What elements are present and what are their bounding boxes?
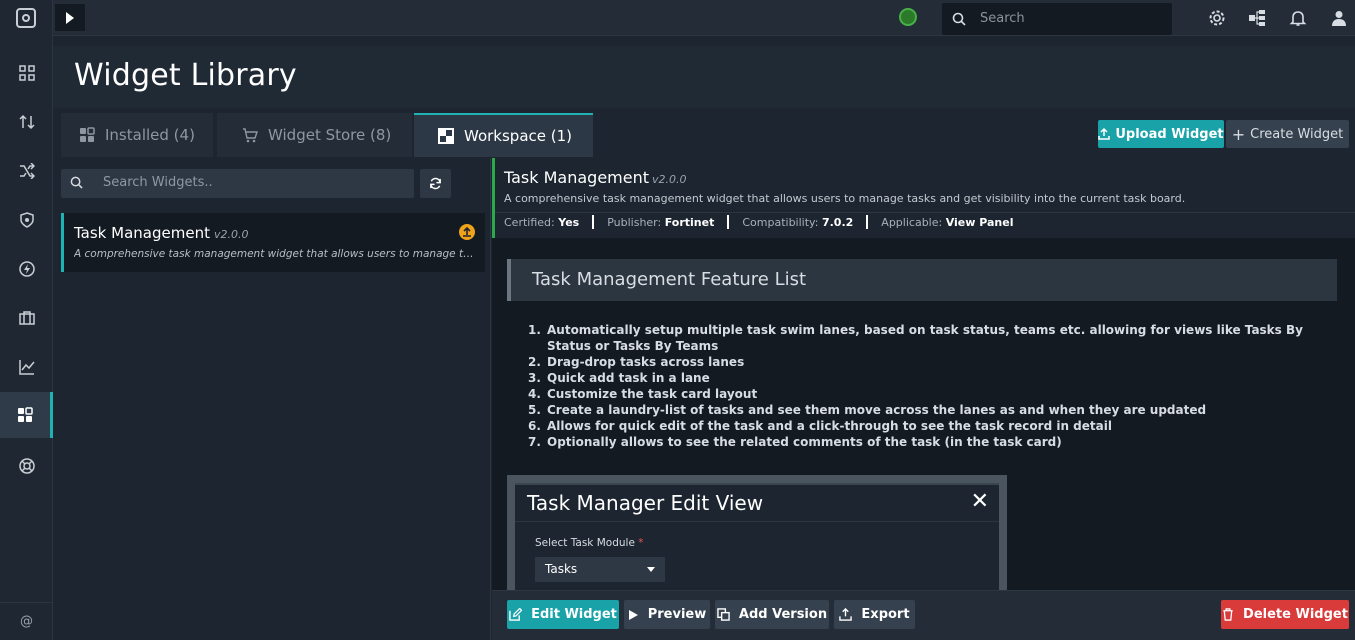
meta-compatibility: Compatibility: 7.0.2 <box>742 216 854 229</box>
upload-icon <box>1098 128 1111 140</box>
user-icon[interactable] <box>1330 9 1348 27</box>
play-icon <box>628 609 638 620</box>
widget-detail-version: v2.0.0 <box>652 173 687 186</box>
list-item-version: v2.0.0 <box>213 228 249 241</box>
list-item-description: A comprehensive task management widget t… <box>74 248 474 260</box>
tab-workspace[interactable]: Workspace (1) <box>414 113 593 157</box>
edit-widget-button[interactable]: Edit Widget <box>507 600 619 629</box>
expand-nav-button[interactable] <box>55 4 85 31</box>
logo-icon <box>16 8 36 28</box>
chevron-down-icon <box>647 567 655 572</box>
list-item: 2. Drag-drop tasks across lanes <box>528 355 745 369</box>
tab-workspace-label: Workspace (1) <box>464 127 573 145</box>
update-available-icon[interactable] <box>459 224 475 240</box>
shuffle-icon[interactable] <box>0 148 53 194</box>
gear-icon[interactable] <box>1208 9 1226 27</box>
top-bar: Search <box>53 0 1355 36</box>
preview-button[interactable]: Preview <box>624 600 710 629</box>
list-item[interactable]: Task Management v2.0.0 A comprehensive ta… <box>61 213 485 272</box>
preview-select: Tasks <box>535 557 665 582</box>
widget-detail-description: A comprehensive task management widget t… <box>504 192 1186 205</box>
preview-field-label: Select Task Module * <box>535 537 644 549</box>
meta-publisher: Publisher: Fortinet <box>607 216 715 229</box>
edit-icon <box>509 608 523 621</box>
search-icon <box>952 12 966 26</box>
trash-icon <box>1223 608 1233 621</box>
meta-certified: Certified: Yes <box>504 216 580 229</box>
list-item: 1. Automatically setup multiple task swim… <box>528 323 1303 353</box>
upload-widget-button[interactable]: Upload Widget <box>1098 120 1224 148</box>
lifebuoy-icon[interactable] <box>0 443 53 489</box>
widget-meta: Certified: Yes Publisher: Fortinet Compa… <box>504 215 1014 230</box>
analytics-icon[interactable] <box>0 344 53 390</box>
tab-installed-label: Installed (4) <box>105 126 195 144</box>
list-item: 4. Customize the task card layout <box>528 387 758 401</box>
action-bar: Edit Widget Preview Add Version Export D… <box>492 590 1355 640</box>
tab-widget-store-label: Widget Store (8) <box>268 126 392 144</box>
list-item: 7. Optionally allows to see the related c… <box>528 435 1062 449</box>
widget-screenshot-preview: Task Manager Edit View ✕ Select Task Mod… <box>507 475 1007 590</box>
bell-icon[interactable] <box>1289 9 1307 27</box>
feature-list: 1. Automatically setup multiple task swim… <box>528 322 1328 450</box>
delete-widget-button[interactable]: Delete Widget <box>1221 600 1349 629</box>
upload-widget-label: Upload Widget <box>1115 126 1224 142</box>
search-placeholder: Search <box>980 11 1025 26</box>
widget-detail-panel: Task Management v2.0.0 A comprehensive ta… <box>492 158 1355 640</box>
list-item: 5. Create a laundry-list of tasks and see… <box>528 403 1207 417</box>
list-item-name: Task Management v2.0.0 <box>74 224 249 242</box>
copy-icon <box>717 608 730 621</box>
export-button[interactable]: Export <box>834 600 915 629</box>
widget-list-panel: Search Widgets.. Task Management v2.0.0 A… <box>53 158 491 640</box>
close-icon: ✕ <box>970 489 989 514</box>
widget-detail-header: Task Management v2.0.0 A comprehensive ta… <box>492 158 1355 238</box>
page-title: Widget Library <box>74 58 297 93</box>
global-search-input[interactable]: Search <box>942 3 1172 35</box>
at-sign-icon[interactable]: @ <box>0 602 53 640</box>
create-widget-label: Create Widget <box>1250 126 1344 142</box>
plus-icon: + <box>1231 124 1246 144</box>
feature-list-heading: Task Management Feature List <box>507 259 1337 301</box>
app-logo[interactable] <box>0 0 52 36</box>
left-nav-rail: @ <box>0 0 53 640</box>
create-widget-button[interactable]: + Create Widget <box>1226 120 1349 148</box>
briefcase-icon[interactable] <box>0 295 53 341</box>
play-icon <box>66 11 74 24</box>
dashboard-icon[interactable] <box>0 50 53 96</box>
tab-widget-store[interactable]: Widget Store (8) <box>217 113 412 157</box>
meta-applicable: Applicable: View Panel <box>881 216 1014 229</box>
grid-icon <box>80 127 95 142</box>
widget-search-placeholder: Search Widgets.. <box>103 175 213 190</box>
export-icon <box>839 608 853 621</box>
connection-status-icon[interactable] <box>899 8 917 26</box>
hierarchy-icon[interactable] <box>1248 9 1266 27</box>
search-icon <box>70 176 83 189</box>
shield-icon[interactable] <box>0 197 53 243</box>
add-version-button[interactable]: Add Version <box>715 600 829 629</box>
refresh-icon <box>430 177 441 190</box>
preview-title: Task Manager Edit View <box>527 491 764 515</box>
refresh-button[interactable] <box>420 169 451 198</box>
sort-arrows-icon[interactable] <box>0 99 53 145</box>
widget-search-input[interactable]: Search Widgets.. <box>61 169 414 198</box>
widget-detail-title: Task Management v2.0.0 <box>504 168 687 187</box>
workspace-icon <box>438 128 454 144</box>
widgets-icon[interactable] <box>0 392 53 438</box>
page-header: Widget Library <box>53 46 1355 108</box>
cart-icon <box>243 128 258 143</box>
list-item: 6. Allows for quick edit of the task and … <box>528 419 1112 433</box>
bolt-icon[interactable] <box>0 246 53 292</box>
tab-installed[interactable]: Installed (4) <box>61 113 213 157</box>
list-item: 3. Quick add task in a lane <box>528 371 710 385</box>
